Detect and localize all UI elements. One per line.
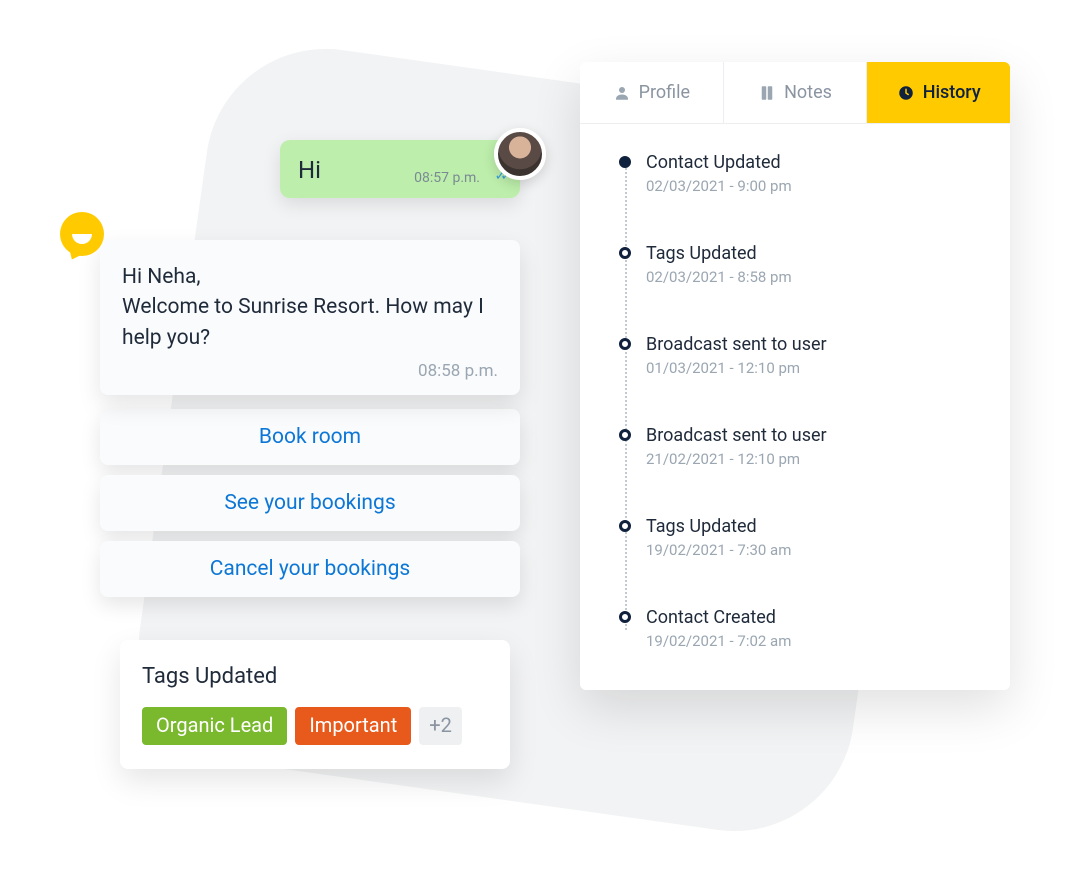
timeline-item: Contact Created 19/02/2021 - 7:02 am [620,607,980,650]
timeline-item: Tags Updated 19/02/2021 - 7:30 am [620,516,980,559]
tab-notes-label: Notes [784,82,832,103]
timeline-time: 19/02/2021 - 7:02 am [646,632,980,650]
timeline-item: Contact Updated 02/03/2021 - 9:00 pm [620,152,980,195]
tags-row: Organic Lead Important +2 [142,707,488,745]
timeline-dot-icon [619,338,631,350]
quick-reply-cancel-bookings[interactable]: Cancel your bookings [100,541,520,597]
timeline-line [625,164,627,630]
person-icon [613,84,631,102]
tag-more-count[interactable]: +2 [419,707,462,745]
timeline-item: Tags Updated 02/03/2021 - 8:58 pm [620,243,980,286]
timeline-title: Contact Created [646,607,980,628]
history-timeline: Contact Updated 02/03/2021 - 9:00 pm Tag… [580,124,1010,690]
panel-tabs: Profile Notes History [580,62,1010,124]
clock-icon [897,84,915,102]
quick-reply-book-room[interactable]: Book room [100,409,520,465]
tag-organic-lead[interactable]: Organic Lead [142,707,287,745]
contact-side-panel: Profile Notes History Contact Updated 02… [580,62,1010,690]
timeline-title: Broadcast sent to user [646,425,980,446]
outgoing-message: Hi Neha, Welcome to Sunrise Resort. How … [100,240,520,395]
timeline-time: 01/03/2021 - 12:10 pm [646,359,980,377]
chat-bubble-icon [60,212,104,256]
tags-card-title: Tags Updated [142,664,488,689]
chat-column: Hi 08:57 p.m. ✓✓ Hi Neha, Welcome to Sun… [100,140,520,597]
timeline-dot-icon [619,156,631,168]
tag-important[interactable]: Important [295,707,411,745]
outgoing-message-text: Hi Neha, Welcome to Sunrise Resort. How … [122,262,498,353]
tab-history[interactable]: History [867,62,1010,123]
timeline-title: Tags Updated [646,243,980,264]
timeline-item: Broadcast sent to user 01/03/2021 - 12:1… [620,334,980,377]
timeline-title: Tags Updated [646,516,980,537]
tags-updated-card: Tags Updated Organic Lead Important +2 [120,640,510,769]
tab-history-label: History [923,82,981,103]
incoming-message: Hi 08:57 p.m. ✓✓ [280,140,520,198]
timeline-time: 21/02/2021 - 12:10 pm [646,450,980,468]
quick-reply-see-bookings[interactable]: See your bookings [100,475,520,531]
timeline-time: 19/02/2021 - 7:30 am [646,541,980,559]
timeline-item: Broadcast sent to user 21/02/2021 - 12:1… [620,425,980,468]
tab-notes[interactable]: Notes [724,62,868,123]
incoming-message-time: 08:57 p.m. [414,170,480,186]
timeline-time: 02/03/2021 - 8:58 pm [646,268,980,286]
tab-profile[interactable]: Profile [580,62,724,123]
timeline-dot-icon [619,247,631,259]
timeline-dot-icon [619,520,631,532]
outgoing-message-time: 08:58 p.m. [122,361,498,381]
notes-icon [758,84,776,102]
timeline-time: 02/03/2021 - 9:00 pm [646,177,980,195]
quick-replies: Book room See your bookings Cancel your … [100,409,520,597]
timeline-title: Broadcast sent to user [646,334,980,355]
timeline-dot-icon [619,429,631,441]
contact-avatar [494,128,546,180]
timeline-dot-icon [619,611,631,623]
tab-profile-label: Profile [639,82,690,103]
timeline-title: Contact Updated [646,152,980,173]
